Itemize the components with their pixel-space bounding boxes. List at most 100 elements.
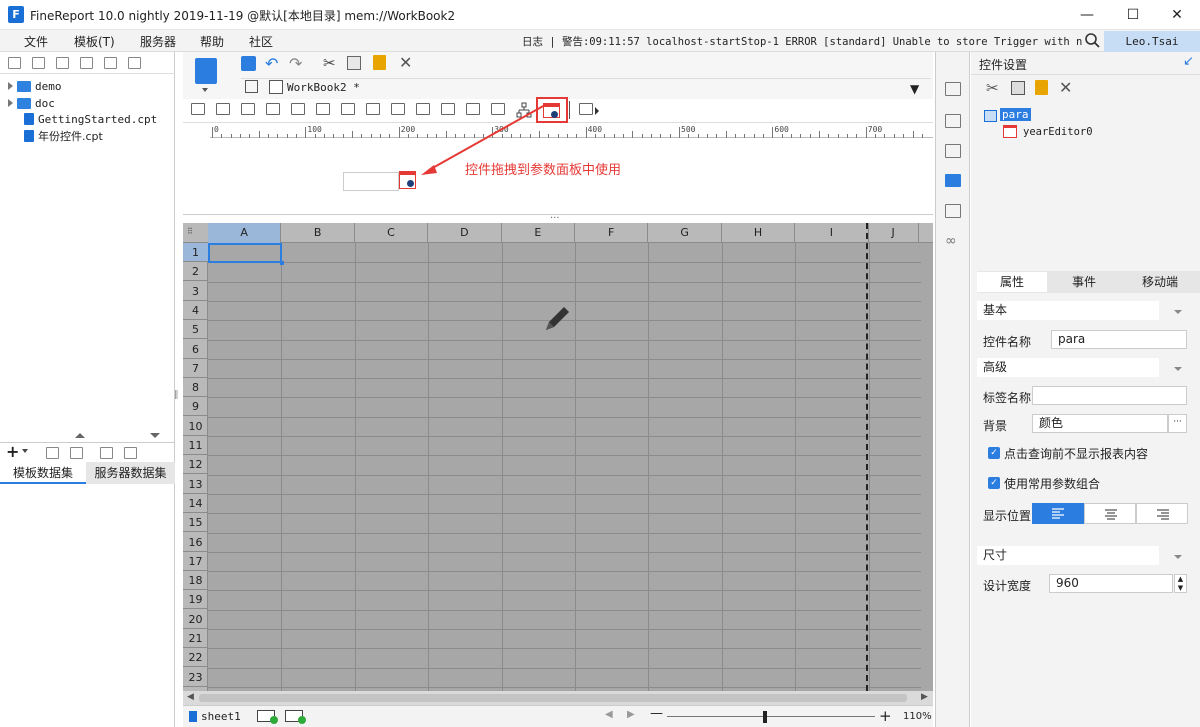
align-right-button[interactable] xyxy=(1136,503,1188,524)
splitter-handle[interactable]: ‖ xyxy=(174,390,179,400)
condition-attr-icon[interactable] xyxy=(945,204,961,218)
tab-workbook2[interactable]: WorkBook2 * xyxy=(287,81,360,94)
horizontal-scrollbar[interactable]: ◀ ▶ xyxy=(183,691,933,705)
menu-community[interactable]: 社区 xyxy=(249,33,273,50)
align-center-button[interactable] xyxy=(1084,503,1136,524)
tab-events[interactable]: 事件 xyxy=(1051,272,1117,292)
tree-item-demo[interactable]: demo xyxy=(8,78,62,94)
maximize-button[interactable]: ☐ xyxy=(1110,0,1156,30)
hyperlink-icon[interactable]: ∞ xyxy=(945,233,957,249)
widget-settings-icon[interactable] xyxy=(945,174,961,187)
column-header-b[interactable]: B xyxy=(281,223,355,243)
zoom-slider-thumb[interactable] xyxy=(763,711,767,723)
column-header-c[interactable]: C xyxy=(355,223,429,243)
select-all-icon[interactable]: ⠿ xyxy=(187,227,193,236)
design-width-input[interactable]: 960 xyxy=(1049,574,1173,593)
tree-node-para[interactable]: para xyxy=(1000,108,1031,121)
delete-icon[interactable]: ✕ xyxy=(399,53,412,72)
row-header-4[interactable]: 4 xyxy=(183,301,208,320)
delete-dataset-icon[interactable] xyxy=(70,447,83,459)
edit-icon[interactable] xyxy=(56,57,69,69)
prev-sheet-icon[interactable]: ◀ xyxy=(605,709,613,720)
delete-icon[interactable] xyxy=(104,57,117,69)
column-header-f[interactable]: F xyxy=(575,223,649,243)
row-header-12[interactable]: 12 xyxy=(183,455,208,475)
spreadsheet[interactable] xyxy=(183,223,933,691)
minimize-button[interactable]: — xyxy=(1064,0,1110,30)
template-cell-attr-icon[interactable] xyxy=(945,82,961,96)
next-sheet-icon[interactable]: ▶ xyxy=(627,709,635,720)
collapse-down-icon[interactable] xyxy=(150,433,160,438)
paste-icon[interactable] xyxy=(1035,80,1048,95)
paste-icon[interactable] xyxy=(373,55,386,70)
background-picker-button[interactable]: ··· xyxy=(1168,414,1187,433)
dock-icon[interactable]: ↙ xyxy=(1183,54,1194,69)
column-header-g[interactable]: G xyxy=(648,223,722,243)
dropdown-icon[interactable] xyxy=(202,88,208,92)
width-stepper[interactable]: ▲ ▼ xyxy=(1174,574,1187,593)
background-input[interactable]: 颜色 xyxy=(1032,414,1168,433)
row-header-14[interactable]: 14 xyxy=(183,494,208,513)
open-icon[interactable] xyxy=(32,57,45,69)
no-show-checkbox[interactable]: ✓ xyxy=(988,447,1000,459)
copy-icon[interactable] xyxy=(128,57,141,69)
row-header-19[interactable]: 19 xyxy=(183,590,208,610)
row-header-17[interactable]: 17 xyxy=(183,552,208,571)
sheet-tab[interactable]: sheet1 xyxy=(201,710,241,723)
menu-help[interactable]: 帮助 xyxy=(200,33,224,50)
user-button[interactable]: Leo.Tsai xyxy=(1104,31,1200,52)
edit-dataset-icon[interactable] xyxy=(46,447,59,459)
preview-dataset-icon[interactable] xyxy=(100,447,113,459)
collapse-icon[interactable] xyxy=(1174,310,1182,314)
row-header-16[interactable]: 16 xyxy=(183,533,208,552)
delete-icon[interactable]: ✕ xyxy=(1059,78,1072,97)
tab-template-dataset[interactable]: 模板数据集 xyxy=(0,462,86,484)
copy-icon[interactable] xyxy=(347,56,361,70)
column-header-d[interactable]: D xyxy=(428,223,502,243)
collapse-up-icon[interactable] xyxy=(75,433,85,438)
expand-icon[interactable] xyxy=(8,99,13,107)
section-advanced[interactable]: 高级 xyxy=(977,358,1159,377)
tree-item-gettingstarted[interactable]: GettingStarted.cpt xyxy=(24,111,157,127)
zoom-slider-track[interactable] xyxy=(667,716,875,717)
tab-mobile[interactable]: 移动端 xyxy=(1121,272,1199,292)
row-header-2[interactable]: 2 xyxy=(183,262,208,282)
grid-icon[interactable] xyxy=(245,80,258,93)
tab-menu-icon[interactable]: ▼ xyxy=(910,82,919,96)
expand-icon[interactable] xyxy=(8,82,13,90)
cut-icon[interactable]: ✂ xyxy=(986,79,999,97)
undo-icon[interactable]: ↶ xyxy=(265,54,278,73)
scroll-thumb[interactable] xyxy=(199,694,907,702)
column-header-h[interactable]: H xyxy=(722,223,796,243)
menu-file[interactable]: 文件 xyxy=(24,33,48,50)
copy-icon[interactable] xyxy=(1011,81,1025,95)
dropdown-icon[interactable] xyxy=(22,449,28,453)
row-header-18[interactable]: 18 xyxy=(183,571,208,591)
add-sheet-icon[interactable] xyxy=(257,710,278,724)
menu-server[interactable]: 服务器 xyxy=(140,33,176,50)
locate-icon[interactable] xyxy=(80,57,93,69)
row-header-6[interactable]: 6 xyxy=(183,340,208,359)
row-header-22[interactable]: 22 xyxy=(183,648,208,668)
close-button[interactable]: ✕ xyxy=(1154,0,1200,30)
scroll-right-icon[interactable]: ▶ xyxy=(921,692,928,702)
float-element-icon[interactable] xyxy=(945,144,961,158)
column-header-i[interactable]: I xyxy=(795,223,869,243)
add-dataset-button[interactable]: + xyxy=(6,442,19,461)
row-header-1[interactable]: 1 xyxy=(183,243,208,262)
save-icon[interactable] xyxy=(241,56,256,71)
param-combo-checkbox[interactable]: ✓ xyxy=(988,477,1000,489)
new-template-icon[interactable] xyxy=(195,58,217,84)
menu-template[interactable]: 模板(T) xyxy=(74,33,115,50)
zoom-level[interactable]: 110% xyxy=(903,711,932,722)
log-message[interactable]: 日志 | 警告:09:11:57 localhost-startStop-1 E… xyxy=(522,34,1082,49)
parameter-panel[interactable]: 控件拖拽到参数面板中使用 xyxy=(183,104,933,215)
tree-item-year-widget[interactable]: 年份控件.cpt xyxy=(24,128,103,144)
column-header-a[interactable]: A xyxy=(208,223,282,243)
row-header-21[interactable]: 21 xyxy=(183,629,208,648)
row-header-13[interactable]: 13 xyxy=(183,475,208,494)
vertical-scroll-track[interactable] xyxy=(921,243,933,691)
collapse-icon[interactable] xyxy=(1174,367,1182,371)
redo-icon[interactable]: ↷ xyxy=(289,54,302,73)
fill-handle[interactable] xyxy=(280,261,284,265)
